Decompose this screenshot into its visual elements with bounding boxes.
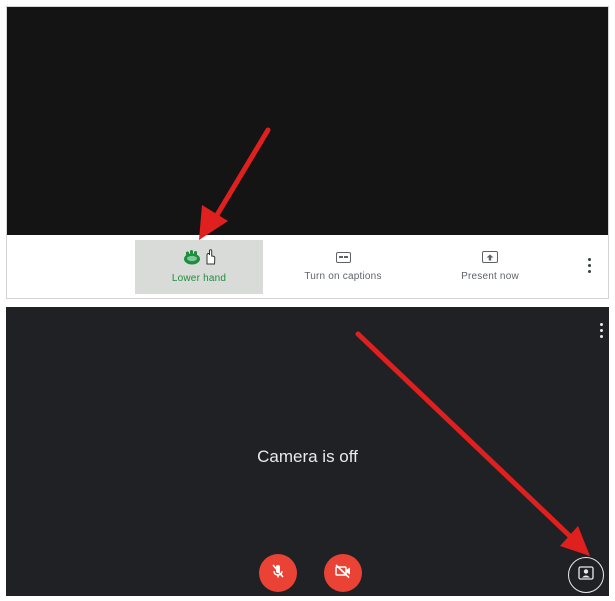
more-vert-icon[interactable] [600, 323, 603, 338]
mic-off-icon [270, 563, 286, 584]
meeting-screenshot-bottom: Camera is off [6, 307, 609, 596]
camera-toggle-button[interactable] [324, 554, 362, 592]
captions-icon [335, 251, 351, 263]
present-now-button[interactable]: Present now [447, 235, 533, 295]
pointer-cursor-icon [204, 248, 216, 270]
turn-on-captions-button[interactable]: Turn on captions [290, 235, 396, 295]
page: Lower hand Turn on captions Present now [0, 0, 615, 601]
captions-label: Turn on captions [304, 271, 382, 282]
camera-off-icon [334, 563, 352, 584]
lower-hand-label: Lower hand [171, 273, 227, 284]
lower-hand-button[interactable]: Lower hand [135, 240, 263, 294]
more-vert-icon [587, 257, 591, 273]
self-view-icon [578, 565, 594, 585]
present-now-label: Present now [461, 271, 519, 282]
more-options-button[interactable] [577, 235, 601, 295]
camera-off-status: Camera is off [257, 447, 358, 466]
self-view-button[interactable] [568, 557, 604, 593]
hand-icon [182, 249, 202, 270]
video-area [7, 7, 608, 235]
meeting-screenshot-top: Lower hand Turn on captions Present now [6, 6, 609, 299]
meeting-toolbar: Lower hand Turn on captions Present now [7, 235, 608, 298]
present-icon [482, 251, 498, 263]
microphone-toggle-button[interactable] [259, 554, 297, 592]
